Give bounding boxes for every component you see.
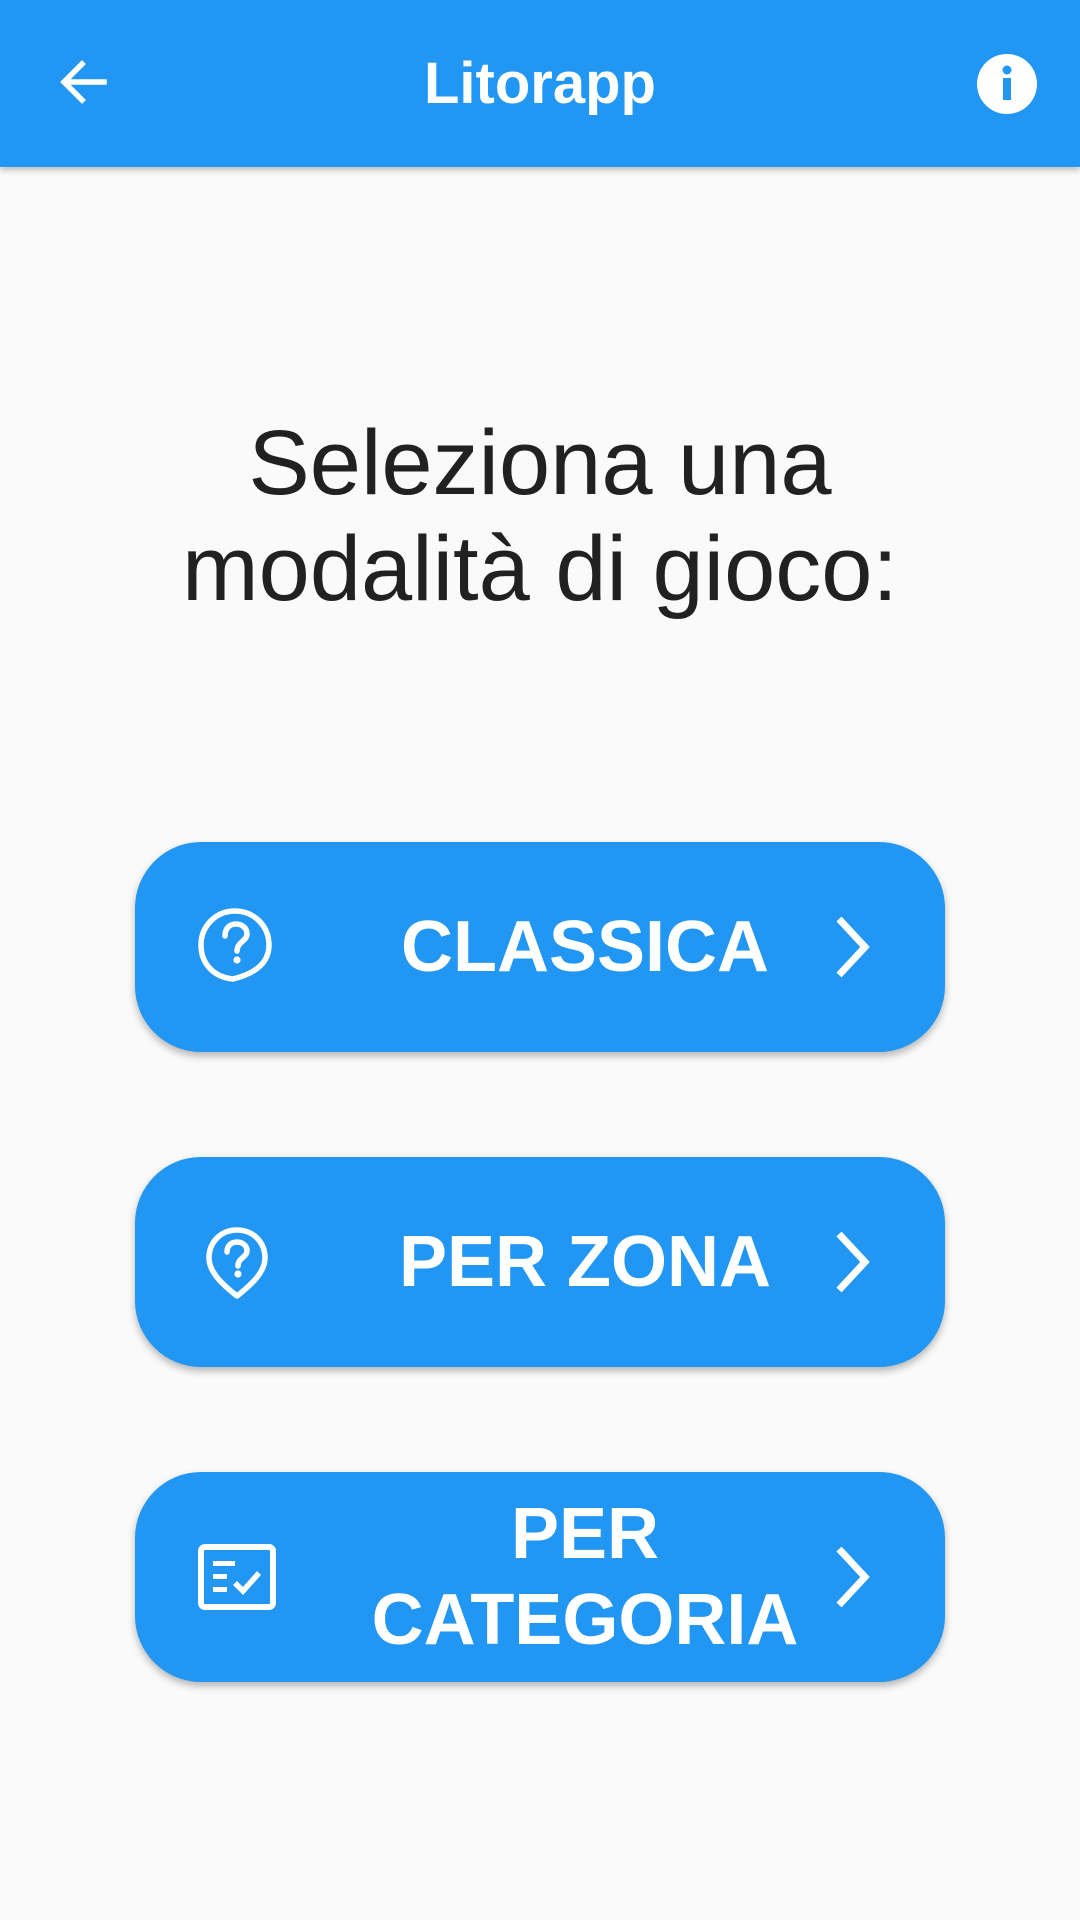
arrow-back-icon	[60, 60, 107, 104]
checklist-icon	[197, 1537, 277, 1617]
chevron-right-icon	[815, 907, 895, 987]
back-button[interactable]	[52, 50, 116, 114]
per-categoria-label: PER CATEGORIA	[305, 1472, 865, 1682]
per-zona-button[interactable]: PER ZONA	[135, 1157, 945, 1367]
question-bubble-icon	[197, 907, 277, 987]
per-categoria-label-line1: PER	[510, 1494, 660, 1574]
page-title: Seleziona una modalità di gioco:	[90, 410, 990, 622]
per-zona-label: PER ZONA	[398, 1222, 772, 1302]
page-title-line2: modalità di gioco:	[182, 518, 898, 620]
info-button[interactable]	[976, 53, 1038, 115]
classica-button[interactable]: CLASSICA	[135, 842, 945, 1052]
per-categoria-button[interactable]: PER CATEGORIA	[135, 1472, 945, 1682]
per-categoria-label-line2: CATEGORIA	[371, 1580, 799, 1660]
chevron-right-icon	[815, 1537, 895, 1617]
chevron-right-icon	[815, 1222, 895, 1302]
info-icon	[977, 54, 1037, 114]
page-title-line1: Seleziona una	[248, 412, 832, 514]
classica-label: CLASSICA	[400, 907, 769, 987]
question-pin-icon	[197, 1222, 277, 1302]
app-title: Litorapp	[424, 51, 656, 116]
app-bar: Litorapp	[0, 0, 1080, 167]
